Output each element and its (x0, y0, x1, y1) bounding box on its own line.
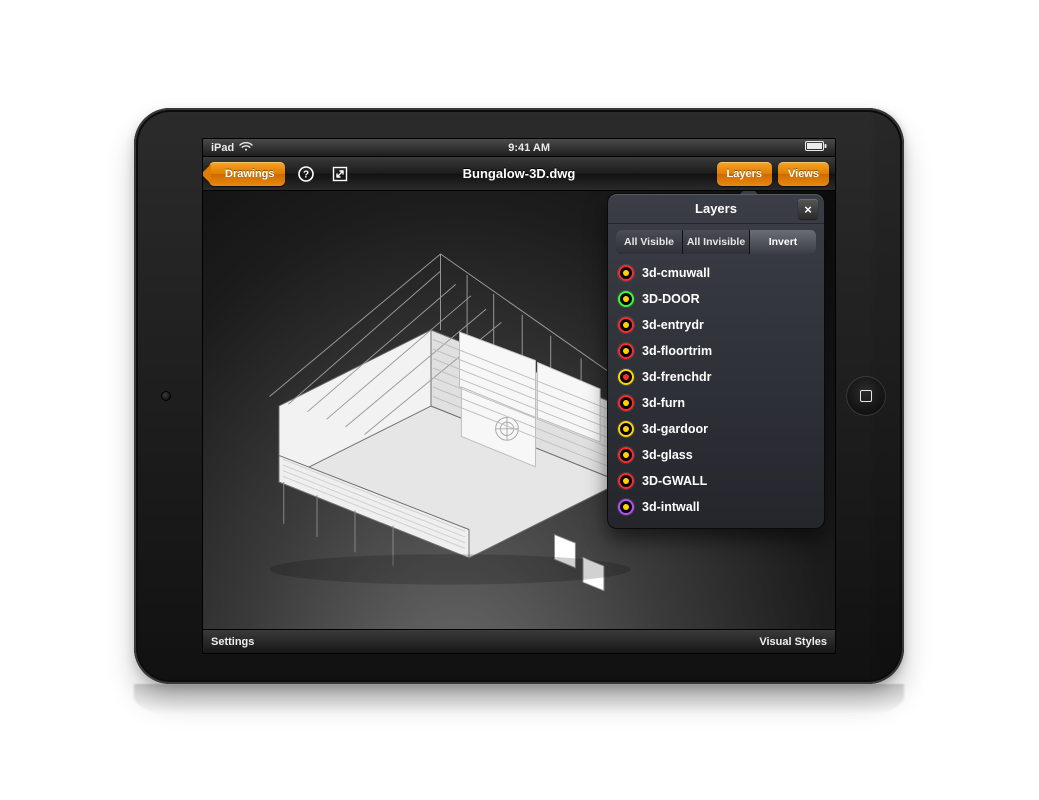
layer-swatch-icon (618, 447, 634, 463)
layer-swatch-icon (618, 291, 634, 307)
layer-swatch-icon (618, 473, 634, 489)
device-floor-reflection (134, 684, 904, 714)
layers-popover: Layers × All Visible All Invisible Inver… (607, 193, 825, 529)
layer-row[interactable]: 3d-cmuwall (608, 260, 824, 286)
layers-popover-title: Layers (695, 201, 737, 216)
layers-popover-close-button[interactable]: × (798, 199, 818, 219)
layer-name-label: 3d-floortrim (642, 344, 712, 358)
app-top-toolbar: Drawings ? Bungalow-3D.dwg Layers Views (203, 157, 835, 191)
visual-styles-button[interactable]: Visual Styles (759, 636, 827, 648)
layer-swatch-icon (618, 421, 634, 437)
layers-visibility-segment: All Visible All Invisible Invert (616, 230, 816, 254)
layer-name-label: 3d-cmuwall (642, 266, 710, 280)
layer-swatch-icon (618, 343, 634, 359)
battery-icon (805, 141, 827, 154)
layer-name-label: 3D-DOOR (642, 292, 700, 306)
layer-name-label: 3d-gardoor (642, 422, 708, 436)
layer-name-label: 3d-entrydr (642, 318, 704, 332)
layer-row[interactable]: 3d-floortrim (608, 338, 824, 364)
model-viewport[interactable] (211, 197, 651, 577)
segment-invert[interactable]: Invert (749, 230, 816, 254)
device-reflection (874, 108, 904, 684)
layers-list: 3d-cmuwall 3D-DOOR 3d-entrydr 3d-floortrim 3… (608, 258, 824, 528)
status-device-label: iPad (211, 142, 234, 154)
layer-row[interactable]: 3D-GWALL (608, 468, 824, 494)
layer-name-label: 3d-intwall (642, 500, 700, 514)
layer-swatch-icon (618, 317, 634, 333)
segment-all-visible[interactable]: All Visible (616, 230, 682, 254)
layer-name-label: 3d-furn (642, 396, 685, 410)
segment-all-invisible[interactable]: All Invisible (682, 230, 749, 254)
layer-name-label: 3d-glass (642, 448, 693, 462)
layer-row[interactable]: 3D-DOOR (608, 286, 824, 312)
app-bottom-toolbar: Settings Visual Styles (203, 629, 835, 653)
layer-swatch-icon (618, 265, 634, 281)
layer-row[interactable]: 3d-gardoor (608, 416, 824, 442)
layer-row[interactable]: 3d-furn (608, 390, 824, 416)
document-title: Bungalow-3D.dwg (203, 166, 835, 181)
layer-swatch-icon (618, 369, 634, 385)
layer-row[interactable]: 3d-intwall (608, 494, 824, 520)
layer-name-label: 3D-GWALL (642, 474, 707, 488)
layer-row[interactable]: 3d-glass (608, 442, 824, 468)
device-camera (162, 392, 170, 400)
status-time: 9:41 AM (508, 142, 550, 154)
device-screen: iPad 9:41 AM Drawings ? Bungalow-3D.dwg (202, 138, 836, 654)
layer-swatch-icon (618, 395, 634, 411)
close-icon: × (804, 202, 812, 217)
wifi-icon (239, 141, 253, 154)
settings-button[interactable]: Settings (211, 636, 254, 648)
layer-row[interactable]: 3d-entrydr (608, 312, 824, 338)
layer-name-label: 3d-frenchdr (642, 370, 711, 384)
ipad-device-frame: iPad 9:41 AM Drawings ? Bungalow-3D.dwg (134, 108, 904, 684)
ios-status-bar: iPad 9:41 AM (203, 139, 835, 157)
layers-popover-header: Layers × (608, 194, 824, 224)
drawing-canvas[interactable]: Layers × All Visible All Invisible Inver… (203, 191, 835, 629)
layer-row[interactable]: 3d-frenchdr (608, 364, 824, 390)
layer-swatch-icon (618, 499, 634, 515)
home-square-icon (860, 390, 872, 402)
